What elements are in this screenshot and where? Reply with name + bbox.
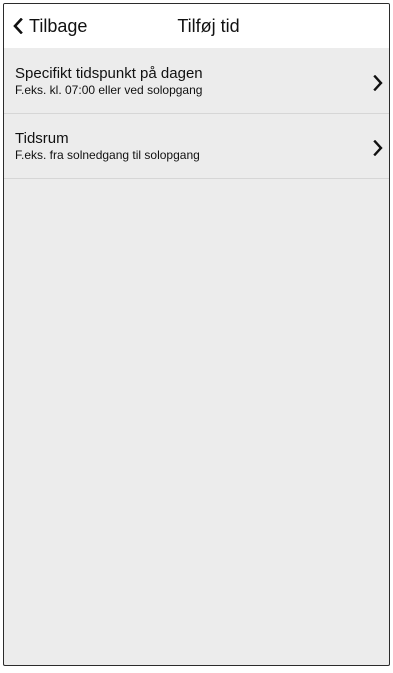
option-subtitle: F.eks. fra solnedgang til solopgang [15, 147, 200, 162]
nav-header: Tilbage Tilføj tid [4, 4, 389, 49]
option-subtitle: F.eks. kl. 07:00 eller ved solopgang [15, 82, 203, 97]
chevron-left-icon [13, 18, 23, 34]
chevron-right-icon [373, 75, 383, 91]
app-screen: Tilbage Tilføj tid Specifikt tidspunkt p… [3, 3, 390, 666]
option-title: Specifikt tidspunkt på dagen [15, 64, 203, 82]
option-title: Tidsrum [15, 129, 69, 147]
back-label: Tilbage [29, 15, 88, 36]
back-button[interactable]: Tilbage [12, 4, 87, 48]
options-list: Specifikt tidspunkt på dagen F.eks. kl. … [4, 49, 389, 179]
option-specific-time[interactable]: Specifikt tidspunkt på dagen F.eks. kl. … [4, 49, 389, 114]
chevron-right-icon [373, 140, 383, 156]
option-time-period[interactable]: Tidsrum F.eks. fra solnedgang til solopg… [4, 114, 389, 179]
